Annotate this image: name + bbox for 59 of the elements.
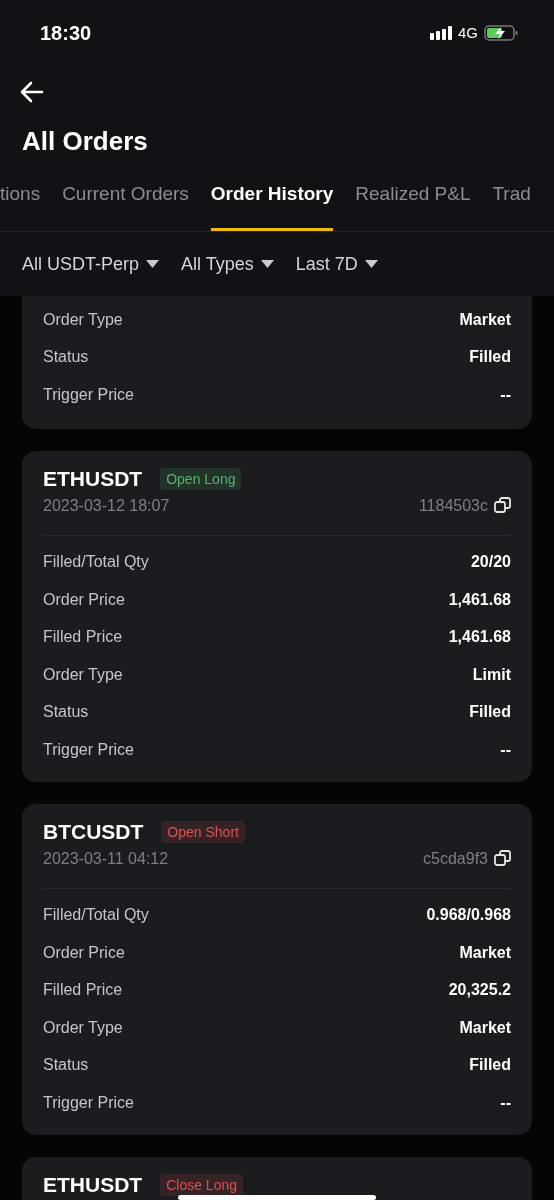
caret-icon [260,260,274,268]
symbol: ETHUSDT [43,1172,143,1197]
row-label: Order Price [43,942,125,963]
order-time: 2023-03-12 18:07 [43,495,170,516]
row-label: Filled/Total Qty [43,905,149,926]
tab[interactable]: tions [0,176,41,231]
row-value: Market [459,309,511,330]
row-value: Market [459,942,511,963]
filter-dropdown[interactable]: Last 7D [295,250,378,278]
row-value: 1,461.68 [448,589,511,610]
status-time: 18:30 [40,21,92,46]
row-label: Trigger Price [43,739,134,760]
row-value: Filled [469,1055,511,1076]
tab[interactable]: Current Orders [62,176,189,231]
row-value: 20/20 [470,552,511,573]
caret-icon [364,260,378,268]
row-label: Trigger Price [43,384,134,405]
caret-icon [146,260,160,268]
row-value: 0.968/0.968 [426,905,511,926]
row-value: Limit [472,664,511,685]
row-label: Filled Price [43,980,123,1001]
filter-dropdown[interactable]: All Types [181,250,274,278]
row-value: Market [459,1017,511,1038]
row-label: Filled/Total Qty [43,552,149,573]
row-label: Order Type [43,664,123,685]
row-value: Filled [469,347,511,368]
row-value: 20,325.2 [448,980,511,1001]
row-value: -- [500,1092,511,1113]
signal-icon [430,26,452,40]
tab[interactable]: Realized P&L [355,176,471,231]
row-label: Status [43,702,89,723]
page-title: All Orders [22,124,148,158]
row-value: 1,461.68 [448,627,511,648]
network-label: 4G [458,22,478,43]
symbol: ETHUSDT [43,466,143,491]
tab[interactable]: Order History [210,176,334,231]
row-label: Order Type [43,1017,123,1038]
copy-icon[interactable] [494,850,511,867]
order-time: 2023-03-11 04:12 [43,848,169,869]
back-arrow-icon[interactable] [20,81,44,103]
order-tag: Close Long [160,1173,243,1196]
battery-icon [484,25,518,41]
symbol: BTCUSDT [43,819,144,844]
tab[interactable]: Trad [492,176,531,231]
row-label: Status [43,1055,89,1076]
row-value: Filled [469,702,511,723]
order-tag: Open Long [160,467,242,490]
copy-icon[interactable] [494,497,511,514]
row-label: Order Type [43,309,123,330]
order-id: 1184503c [418,495,488,516]
order-id: c5cda9f3 [423,848,488,869]
row-value: -- [500,384,511,405]
filter-dropdown[interactable]: All USDT-Perp [22,250,160,278]
order-tag: Open Short [161,820,245,843]
row-value: -- [500,739,511,760]
row-label: Trigger Price [43,1092,134,1113]
row-label: Order Price [43,589,125,610]
row-label: Filled Price [43,627,123,648]
row-label: Status [43,347,89,368]
